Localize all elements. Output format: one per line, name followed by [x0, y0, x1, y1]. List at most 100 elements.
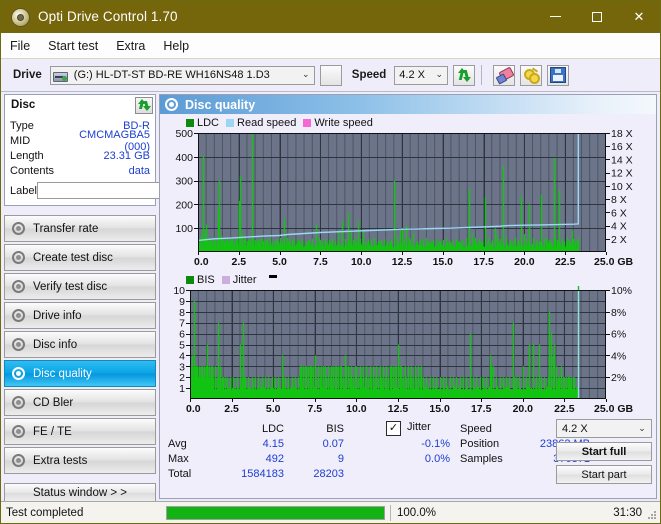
legend-swatch-bis [186, 275, 194, 284]
window-title: Opti Drive Control 1.70 [38, 9, 178, 24]
svg-text:8%: 8% [611, 307, 626, 319]
start-full-button[interactable]: Start full [556, 442, 652, 461]
svg-text:10.0: 10.0 [351, 256, 372, 268]
sidebar-item-cd-bler[interactable]: CD Bler [4, 389, 156, 416]
svg-text:8: 8 [179, 307, 185, 319]
ldc-chart[interactable]: 100 200 300 400 500 2 X4 X6 X8 X 10 X 12 X 14 X1… [164, 129, 652, 271]
sidebar-item-disc-info[interactable]: Disc info [4, 331, 156, 358]
sidebar-item-label: CD Bler [33, 396, 74, 409]
speed-select-value: 4.2 X [399, 69, 425, 81]
legend-ldc: LDC [186, 117, 219, 129]
svg-text:9: 9 [179, 296, 185, 308]
drive-icon [52, 69, 68, 82]
refresh-arrows-icon [457, 68, 472, 82]
refresh-button[interactable] [453, 64, 476, 86]
cd-bler-icon [11, 395, 28, 411]
sidebar-item-label: FE / TE [33, 425, 72, 438]
disc-key-contents: Contents [10, 164, 55, 177]
test-speed-value: 4.2 X [562, 422, 588, 435]
legend-label-ldc: LDC [197, 116, 220, 129]
svg-text:5.0: 5.0 [272, 256, 287, 268]
legend-swatch-read-speed [226, 118, 235, 127]
toolbar-divider [481, 65, 483, 85]
bis-chart-legend: BIS Jitter [164, 273, 652, 286]
menu-item-extra[interactable]: Extra [116, 39, 145, 53]
sidebar-item-transfer-rate[interactable]: Transfer rate [4, 215, 156, 242]
svg-text:22.5: 22.5 [555, 256, 576, 268]
svg-text:20.0: 20.0 [513, 403, 534, 415]
sidebar-item-disc-quality[interactable]: Disc quality [4, 360, 156, 387]
sidebar-item-drive-info[interactable]: Drive info [4, 302, 156, 329]
create-test-disc-icon [11, 250, 28, 266]
drive-select[interactable]: (G:) HL-DT-ST BD-RE WH16NS48 1.D3 ⌄ [49, 65, 315, 85]
svg-text:2.5: 2.5 [224, 403, 239, 415]
ldc-chart-legend: LDC Read speed Write speed [164, 116, 652, 129]
stats-row-label: Max [168, 452, 189, 465]
menu-item-help[interactable]: Help [163, 39, 189, 53]
extra-tests-icon [11, 453, 28, 469]
progress-percent: 100.0% [390, 504, 467, 521]
svg-text:4%: 4% [611, 350, 626, 362]
sidebar-item-label: Transfer rate [33, 222, 99, 235]
verify-test-disc-icon [11, 279, 28, 295]
stats-total-bis: 28203 [313, 467, 344, 480]
disc-panel-header: Disc [4, 94, 156, 115]
sidebar-item-verify-test-disc[interactable]: Verify test disc [4, 273, 156, 300]
svg-text:0.0: 0.0 [186, 403, 201, 415]
sidebar-item-create-test-disc[interactable]: Create test disc [4, 244, 156, 271]
disc-row-contents: Contents data [10, 163, 150, 178]
svg-text:6 X: 6 X [611, 207, 627, 219]
svg-text:2.5: 2.5 [231, 256, 246, 268]
stats-col-bis: BIS [326, 422, 344, 435]
disc-quality-icon [165, 98, 178, 111]
save-button[interactable] [547, 64, 570, 86]
legend-label-write-speed: Write speed [314, 116, 373, 129]
svg-text:400: 400 [175, 152, 193, 164]
svg-text:4: 4 [179, 350, 185, 362]
erase-button[interactable] [493, 64, 516, 86]
stats-avg-ldc: 4.15 [262, 437, 284, 450]
legend-read-speed: Read speed [226, 117, 296, 129]
keys-icon [523, 67, 540, 84]
jitter-checkbox[interactable]: ✓ [386, 421, 401, 436]
status-window-button[interactable]: Status window > > [4, 483, 156, 503]
close-button[interactable]: ✕ [618, 1, 660, 32]
test-speed-select[interactable]: 4.2 X ⌄ [556, 419, 652, 438]
speed-select[interactable]: 4.2 X ⌄ [394, 65, 449, 85]
sidebar: Disc Type BD-R MID CMCMAGBA5 (000) Lengt… [1, 92, 241, 503]
svg-text:12.5: 12.5 [388, 403, 409, 415]
menu-bar: File Start test Extra Help [1, 33, 660, 59]
svg-text:10: 10 [173, 286, 185, 297]
menu-item-start-test[interactable]: Start test [48, 39, 98, 53]
menu-item-file[interactable]: File [10, 39, 30, 53]
legend-swatch-jitter [221, 275, 230, 284]
status-message: Test completed [6, 506, 84, 519]
svg-text:2%: 2% [611, 372, 626, 384]
minimize-button[interactable] [534, 1, 576, 32]
stats-avg-jitter: -0.1% [421, 437, 450, 450]
app-disc-icon [10, 7, 30, 27]
floppy-disk-icon [550, 67, 567, 83]
speed-label: Speed [351, 69, 387, 81]
maximize-button[interactable] [576, 1, 618, 32]
disc-key-length: Length [10, 149, 44, 162]
main-panel-header: Disc quality [160, 95, 656, 114]
svg-text:6: 6 [179, 329, 185, 341]
fe-te-icon [11, 424, 28, 440]
disc-refresh-button[interactable] [135, 96, 153, 114]
elapsed-time: 31:30 [613, 506, 642, 519]
title-bar: Opti Drive Control 1.70 ✕ [1, 1, 660, 33]
svg-text:7.5: 7.5 [313, 256, 328, 268]
keys-button[interactable] [520, 64, 543, 86]
legend-swatch-ldc [186, 118, 194, 127]
svg-text:2: 2 [179, 372, 185, 384]
status-bar: Test completed 100.0% 31:30 [1, 501, 660, 523]
sidebar-item-fe-te[interactable]: FE / TE [4, 418, 156, 445]
refresh-arrows-icon [138, 99, 151, 111]
start-part-button[interactable]: Start part [556, 465, 652, 484]
resize-grip[interactable] [647, 510, 657, 520]
bis-chart[interactable]: 1 2 3 4 5 6 7 8 9 10 2% 4% 6% 8% 10% 0.0 2.5 5.0 7.5 10.0 12… [164, 286, 652, 418]
sidebar-item-extra-tests[interactable]: Extra tests [4, 447, 156, 474]
eject-button[interactable] [319, 64, 342, 86]
readout-key-position: Position [460, 437, 500, 450]
